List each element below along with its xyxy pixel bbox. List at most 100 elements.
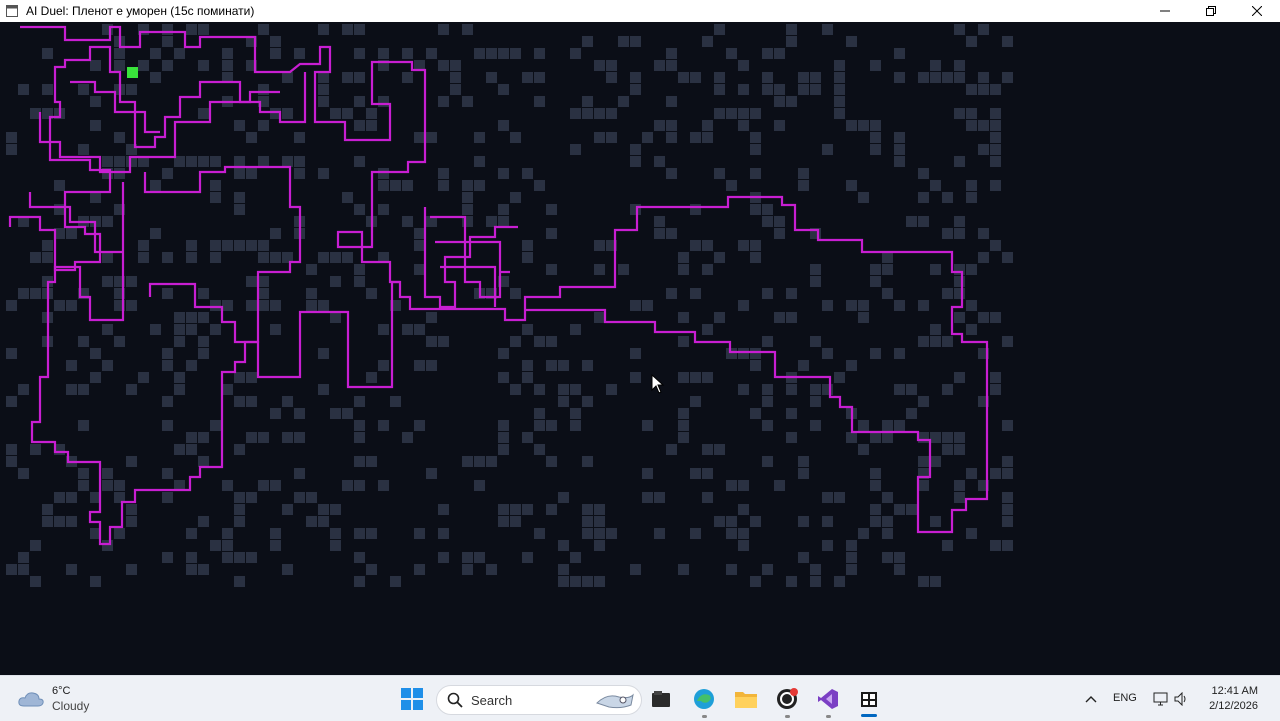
- obstacle-cell: [1002, 252, 1013, 263]
- obstacle-cell: [150, 228, 161, 239]
- start-button[interactable]: [399, 686, 425, 712]
- obstacle-cell: [30, 576, 41, 587]
- obstacle-cell: [318, 384, 329, 395]
- obstacle-cell: [18, 552, 29, 563]
- obstacle-cell: [186, 252, 197, 263]
- obstacle-cell: [294, 168, 305, 179]
- obstacle-cell: [942, 444, 953, 455]
- obstacle-cell: [738, 120, 749, 131]
- taskbar-app-active[interactable]: [856, 686, 882, 712]
- obstacle-cell: [786, 384, 797, 395]
- obstacle-cell: [582, 516, 593, 527]
- taskbar-search-box[interactable]: Search: [436, 685, 642, 715]
- close-button[interactable]: [1234, 0, 1280, 22]
- title-bar[interactable]: AI Duel: Пленот е уморен (15с поминати): [0, 0, 1280, 22]
- game-canvas[interactable]: [0, 22, 1280, 675]
- taskbar-app-file-manager[interactable]: [648, 686, 674, 712]
- obstacle-cell: [954, 156, 965, 167]
- obstacle-cell: [66, 300, 77, 311]
- obstacle-cell: [462, 564, 473, 575]
- obstacle-cell: [462, 204, 473, 215]
- obstacle-cell: [318, 24, 329, 35]
- obstacle-cell: [126, 516, 137, 527]
- obstacle-cell: [774, 228, 785, 239]
- obstacle-cell: [894, 552, 905, 563]
- obstacle-cell: [666, 168, 677, 179]
- obstacle-cell: [978, 312, 989, 323]
- obstacle-cell: [846, 36, 857, 47]
- obstacle-cell: [438, 552, 449, 563]
- obstacle-cell: [234, 492, 245, 503]
- obstacle-cell: [1002, 516, 1013, 527]
- obstacle-cell: [198, 156, 209, 167]
- obstacle-cell: [162, 420, 173, 431]
- restore-button[interactable]: [1188, 0, 1234, 22]
- obstacle-cell: [42, 84, 53, 95]
- obstacle-cell: [126, 84, 137, 95]
- tray-overflow-button[interactable]: [1078, 686, 1104, 712]
- obstacle-cell: [330, 312, 341, 323]
- obstacle-cell: [354, 264, 365, 275]
- tray-volume[interactable]: [1169, 686, 1195, 712]
- obstacle-cell: [474, 552, 485, 563]
- obstacle-cell: [186, 24, 197, 35]
- weather-widget[interactable]: 6°C Cloudy: [18, 684, 89, 714]
- obstacle-cell: [942, 384, 953, 395]
- obstacle-cell: [234, 156, 245, 167]
- obstacle-cell: [786, 36, 797, 47]
- obstacle-cell: [762, 288, 773, 299]
- obstacle-cell: [702, 468, 713, 479]
- obstacle-cell: [750, 252, 761, 263]
- obstacle-cell: [414, 564, 425, 575]
- obstacle-cell: [870, 264, 881, 275]
- obstacle-cell: [954, 372, 965, 383]
- obstacle-cell: [558, 576, 569, 587]
- obstacle-cell: [198, 312, 209, 323]
- taskbar-app-folder[interactable]: [733, 686, 759, 712]
- window-title: AI Duel: Пленот е уморен (15с поминати): [26, 4, 255, 18]
- taskbar-app-edge[interactable]: [691, 686, 717, 712]
- taskbar-clock[interactable]: 12:41 AM 2/12/2026: [1198, 684, 1258, 714]
- obstacle-cell: [222, 240, 233, 251]
- obstacle-cell: [762, 84, 773, 95]
- obstacle-cell: [186, 552, 197, 563]
- minimize-button[interactable]: [1142, 0, 1188, 22]
- obstacle-cell: [882, 288, 893, 299]
- obstacle-cell: [498, 372, 509, 383]
- taskbar-app-obs[interactable]: [774, 686, 800, 712]
- obstacle-cell: [786, 576, 797, 587]
- obstacle-cell: [954, 492, 965, 503]
- obstacle-cell: [366, 372, 377, 383]
- obstacle-cell: [894, 384, 905, 395]
- obstacle-cell: [270, 36, 281, 47]
- obstacle-cell: [918, 72, 929, 83]
- obstacle-cell: [114, 48, 125, 59]
- obstacle-cell: [402, 180, 413, 191]
- running-indicator: [826, 715, 831, 718]
- obstacle-cell: [42, 516, 53, 527]
- taskbar-app-visual-studio[interactable]: [815, 686, 841, 712]
- language-indicator[interactable]: ENG: [1113, 692, 1137, 704]
- obstacle-cell: [354, 72, 365, 83]
- obstacle-cell: [378, 420, 389, 431]
- obstacle-cell: [1002, 72, 1013, 83]
- obstacle-cell: [42, 240, 53, 251]
- obstacle-cell: [954, 480, 965, 491]
- obstacle-cell: [630, 564, 641, 575]
- obstacle-cell: [570, 384, 581, 395]
- obstacle-cell: [690, 240, 701, 251]
- obstacle-cell: [546, 228, 557, 239]
- obstacle-cell: [606, 132, 617, 143]
- obstacle-cell: [798, 516, 809, 527]
- obstacle-cell: [402, 72, 413, 83]
- obstacle-cell: [162, 252, 173, 263]
- obstacle-cell: [222, 300, 233, 311]
- obstacle-cell: [846, 120, 857, 131]
- obstacle-cell: [582, 528, 593, 539]
- windows-start-icon: [401, 688, 423, 710]
- obstacle-cell: [666, 48, 677, 59]
- obstacle-cell: [318, 96, 329, 107]
- obstacle-cell: [162, 348, 173, 359]
- obstacle-cell: [54, 492, 65, 503]
- obstacle-cell: [894, 144, 905, 155]
